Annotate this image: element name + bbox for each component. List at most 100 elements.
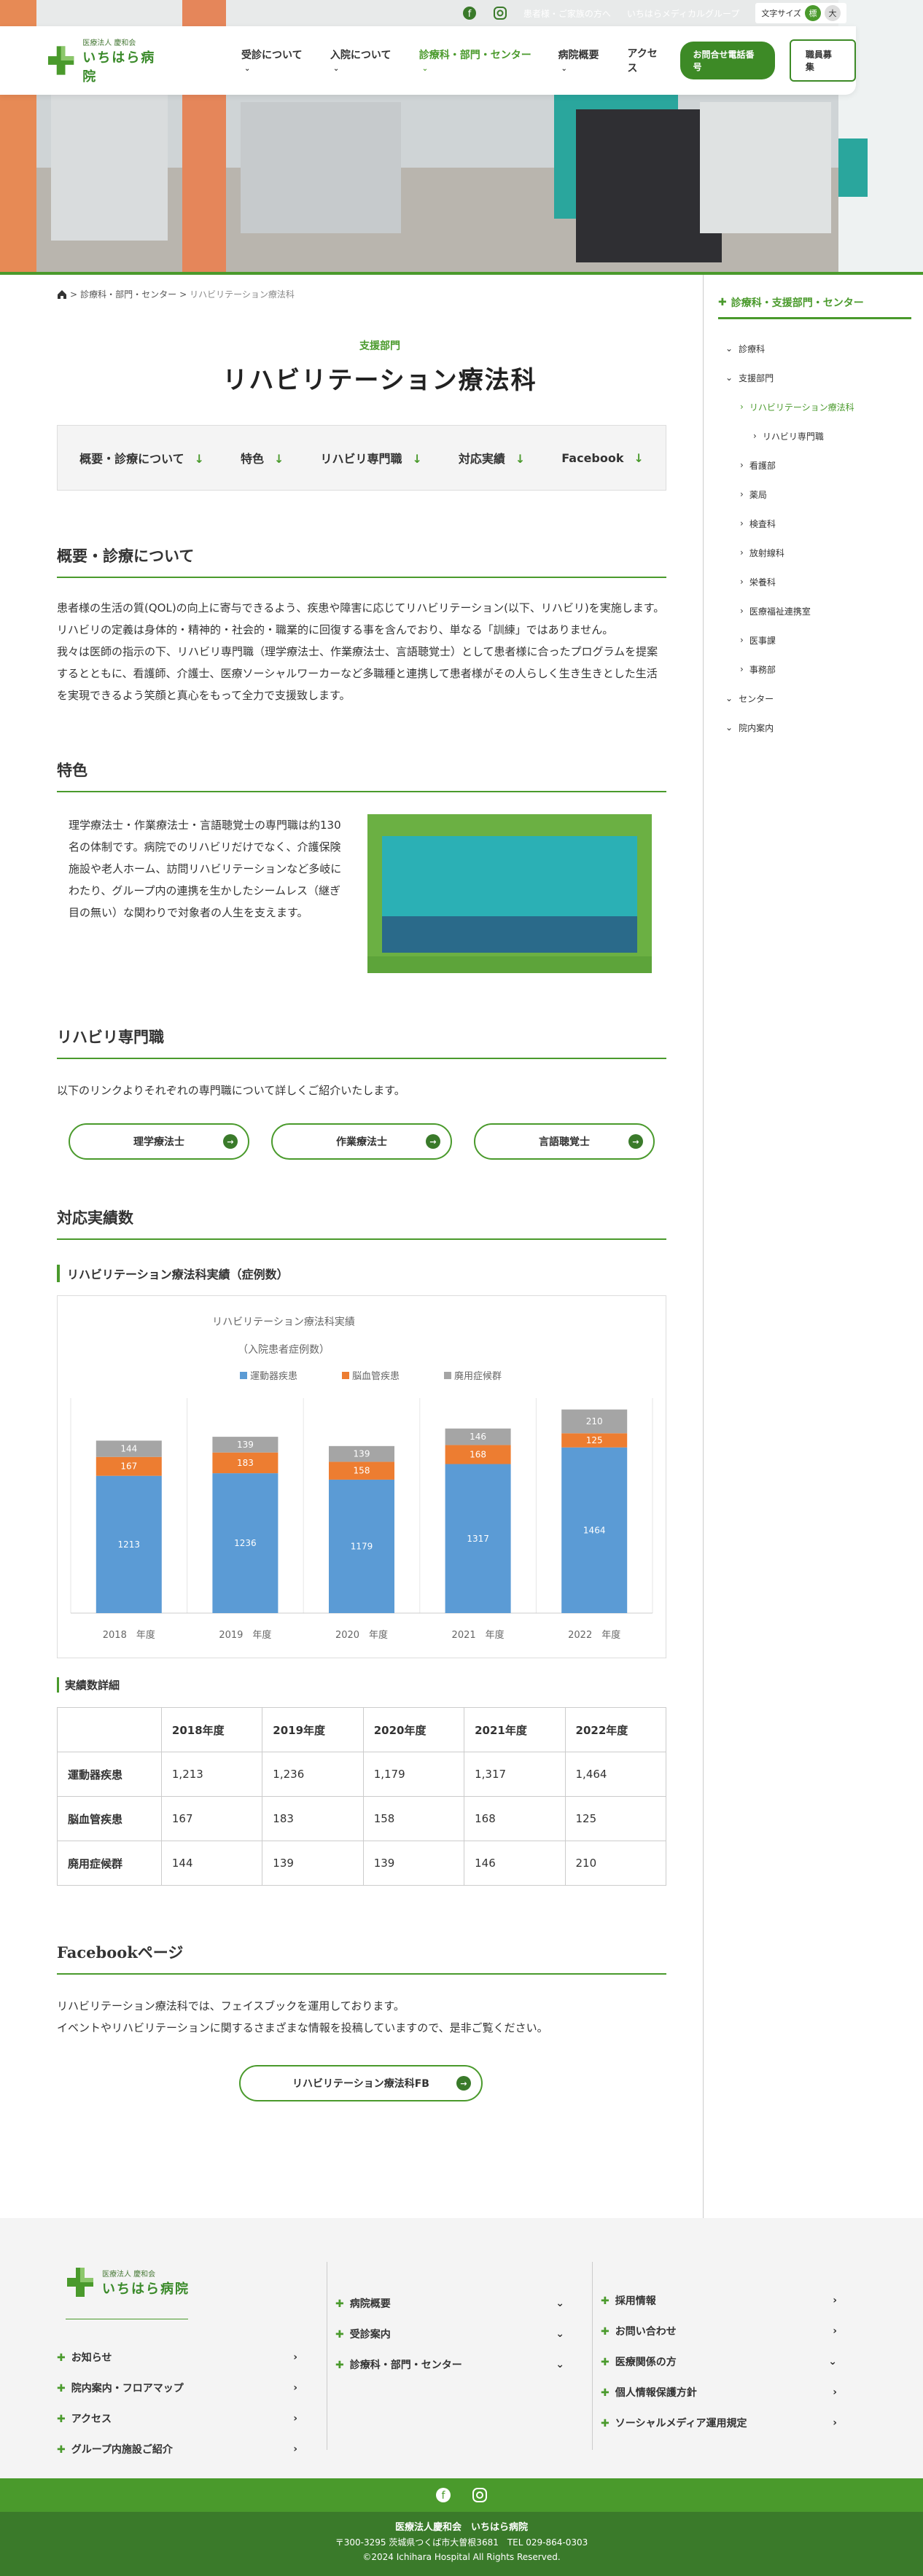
nav-departments[interactable]: 診療科・部門・センター ⌄: [419, 47, 538, 74]
recruit-button[interactable]: 職員募集: [789, 39, 856, 82]
footer-link[interactable]: ✚ アクセス ›: [57, 2403, 297, 2434]
anchor-facebook[interactable]: Facebook ↓: [561, 451, 644, 465]
footer-link[interactable]: ✚ 医療関係の方 ⌄: [601, 2346, 837, 2377]
site-logo[interactable]: 医療法人 慶和会 いちはら病院: [47, 36, 168, 85]
facebook-heading: Facebookページ: [57, 1941, 666, 1975]
footer-link[interactable]: ✚ 病院概要 ⌄: [335, 2288, 564, 2319]
page-title: リハビリテーション療法科: [222, 366, 537, 395]
table-header-row: 2018年度 2019年度 2020年度 2021年度 2022年度: [57, 1707, 667, 1752]
footer-link[interactable]: ✚ 診療科・部門・センター ⌄: [335, 2349, 564, 2380]
breadcrumb-current: リハビリテーション療法科: [190, 289, 295, 300]
occupational-therapist-button[interactable]: 作業療法士 →: [271, 1123, 452, 1160]
physical-therapist-button[interactable]: 理学療法士 →: [69, 1123, 249, 1160]
footer-link-label: 受診案内: [349, 2329, 391, 2341]
sidebar-item[interactable]: › 医事課: [718, 625, 911, 655]
facebook-page-button[interactable]: リハビリテーション療法科FB →: [239, 2065, 483, 2101]
sidebar-item[interactable]: › リハビリテーション療法科: [718, 392, 911, 421]
font-size-normal-button[interactable]: 標: [805, 5, 821, 21]
footer-link-label: お問い合わせ: [615, 2326, 677, 2338]
instagram-icon[interactable]: [472, 2487, 488, 2503]
footer-link[interactable]: ✚ ソーシャルメディア運用規定 ›: [601, 2408, 837, 2438]
feature-block: 理学療法士・作業療法士・言語聴覚士の専門職は約130名の体制です。病院でのリハビ…: [57, 814, 666, 973]
top-bar: f 患者様・ご家族の方へ いちはらメディカルグループ 文字サイズ 標 大: [462, 0, 923, 26]
chevron-down-icon: ⌄: [556, 2359, 564, 2370]
footer-link[interactable]: ✚ 受診案内 ⌄: [335, 2319, 564, 2349]
footer-link-text: ✚ お知らせ: [57, 2350, 112, 2365]
home-icon[interactable]: [57, 289, 67, 300]
anchor-specialists[interactable]: リハビリ専門職 ↓: [320, 449, 421, 467]
nav-consultation[interactable]: 受診について ⌄: [241, 47, 310, 74]
sidebar-item[interactable]: ⌄ 院内案内: [718, 713, 911, 742]
group-link[interactable]: いちはらメディカルグループ: [627, 7, 739, 20]
chevron-right-icon: ›: [293, 2413, 297, 2424]
nav-about[interactable]: 病院概要 ⌄: [558, 47, 607, 74]
sidebar-item[interactable]: › 看護部: [718, 450, 911, 480]
sidebar-item[interactable]: ⌄ センター: [718, 684, 911, 713]
anchor-label: リハビリ専門職: [320, 452, 402, 466]
breadcrumb-separator: >: [70, 289, 78, 300]
logo-hospital-name: いちはら病院: [102, 2281, 190, 2297]
chart-data-label: 210: [586, 1416, 603, 1426]
sidebar-item-label: 栄養科: [749, 577, 776, 588]
plus-icon: ✚: [335, 2298, 344, 2310]
chevron-right-icon: ›: [833, 2417, 837, 2429]
chart-subtitle: （入院患者症例数）: [238, 1344, 330, 1356]
chart-title: リハビリテーション療法科実績: [212, 1316, 355, 1328]
sidebar-item[interactable]: › 放射線科: [718, 538, 911, 567]
nav-admission[interactable]: 入院について ⌄: [330, 47, 399, 74]
footer-link[interactable]: ✚ 採用情報 ›: [601, 2285, 837, 2316]
overview-heading: 概要・診療について: [57, 545, 666, 578]
footer-link-label: アクセス: [71, 2413, 112, 2425]
chart-x-tick-label: 2018 年度: [103, 1629, 155, 1641]
chevron-down-icon: ⌄: [556, 2298, 564, 2309]
sidebar-item[interactable]: › リハビリ専門職: [718, 421, 911, 450]
table-cell: 139: [362, 1841, 465, 1886]
nav-access[interactable]: アクセス: [627, 46, 666, 75]
chart-data-label: 139: [354, 1449, 370, 1459]
breadcrumb: > 診療科・部門・センター > リハビリテーション療法科: [57, 275, 703, 300]
plus-icon: ✚: [601, 2295, 610, 2307]
results-chart: リハビリテーション療法科実績 （入院患者症例数） 運動器疾患 脳血管疾患 廃用症候群 12…: [57, 1295, 666, 1658]
anchor-feature[interactable]: 特色 ↓: [241, 449, 284, 467]
chevron-right-icon: ›: [833, 2325, 837, 2337]
button-label: 理学療法士: [133, 1136, 184, 1148]
breadcrumb-item[interactable]: 診療科・部門・センター: [80, 288, 176, 300]
arrow-down-icon: ↓: [515, 452, 526, 466]
facebook-icon[interactable]: f: [462, 6, 477, 20]
facebook-icon[interactable]: f: [435, 2487, 451, 2503]
anchor-results[interactable]: 対応実績 ↓: [459, 449, 525, 467]
speech-therapist-button[interactable]: 言語聴覚士 →: [474, 1123, 655, 1160]
footer-link[interactable]: ✚ お問い合わせ ›: [601, 2316, 837, 2346]
sidebar-item-label: 事務部: [749, 664, 776, 675]
footer-link-label: 診療科・部門・センター: [349, 2360, 462, 2371]
tel-button[interactable]: お問合せ電話番号: [679, 42, 775, 79]
footer-logo[interactable]: 医療法人 慶和会 いちはら病院: [66, 2265, 190, 2300]
sidebar-item[interactable]: ⌄ 診療科: [718, 334, 911, 363]
footer-link[interactable]: ✚ 院内案内・フロアマップ ›: [57, 2373, 297, 2403]
plus-icon: ✚: [335, 2329, 344, 2341]
footer-link-label: ソーシャルメディア運用規定: [615, 2418, 747, 2429]
results-subheading: リハビリテーション療法科実績（症例数）: [57, 1265, 703, 1282]
anchor-overview[interactable]: 概要・診療について ↓: [79, 449, 204, 467]
footer-address: 〒300-3295 茨城県つくば市大曽根3681 TEL 029-864-030…: [335, 2537, 588, 2548]
table-cell: 1,464: [564, 1752, 667, 1797]
sidebar-title-label: 診療科・支援部門・センター: [731, 297, 864, 309]
sidebar-item[interactable]: › 事務部: [718, 655, 911, 684]
chevron-right-icon: ›: [293, 2351, 297, 2363]
sidebar-item-label: 医事課: [749, 635, 776, 646]
sidebar-item[interactable]: › 薬局: [718, 480, 911, 509]
font-size-large-button[interactable]: 大: [825, 5, 841, 21]
arrow-down-icon: ↓: [194, 452, 205, 466]
footer-link[interactable]: ✚ グループ内施設ご紹介 ›: [57, 2434, 297, 2464]
sidebar-item[interactable]: ⌄ 支援部門: [718, 363, 911, 392]
footer-link-text: ✚ 病院概要: [335, 2296, 391, 2311]
sidebar-item[interactable]: › 栄養科: [718, 567, 911, 596]
instagram-icon[interactable]: [493, 6, 507, 20]
footer-link[interactable]: ✚ お知らせ ›: [57, 2342, 297, 2373]
sidebar-item[interactable]: › 医療福祉連携室: [718, 596, 911, 625]
plus-icon: ✚: [601, 2357, 610, 2368]
footer-link[interactable]: ✚ 個人情報保護方針 ›: [601, 2377, 837, 2408]
sidebar-item[interactable]: › 検査科: [718, 509, 911, 538]
footer-link-text: ✚ 院内案内・フロアマップ: [57, 2381, 184, 2395]
patient-link[interactable]: 患者様・ご家族の方へ: [523, 7, 611, 20]
